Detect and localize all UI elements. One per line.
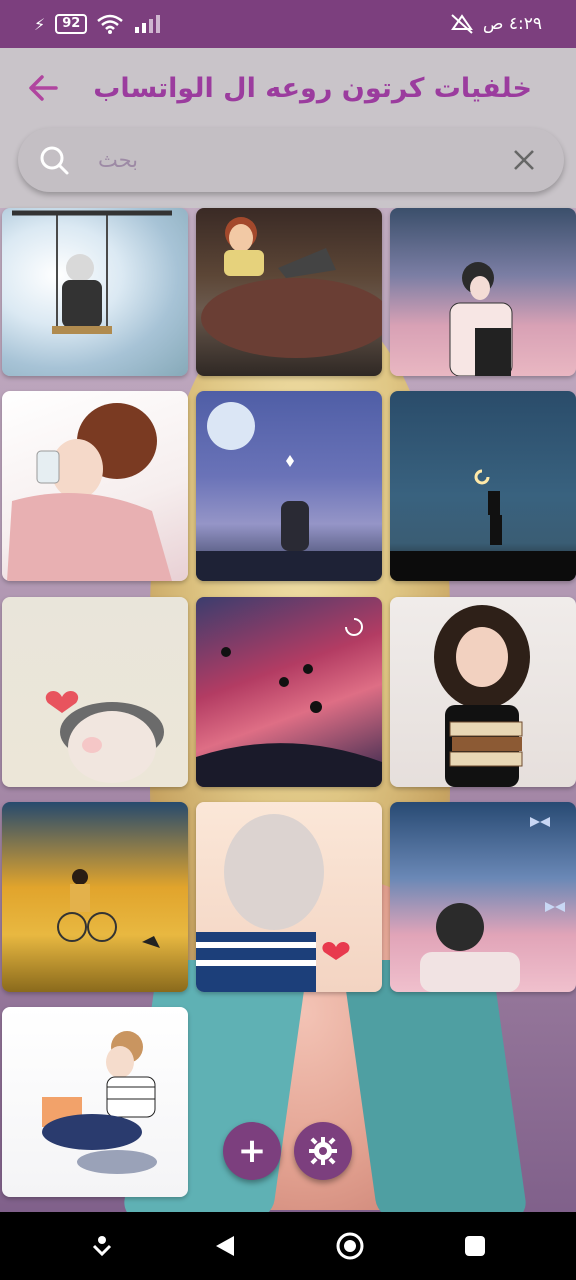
wallpaper-tile-girl-butterflies[interactable] xyxy=(390,802,576,992)
wifi-icon xyxy=(97,14,124,34)
screen: ⚡ 92 ٤:٢٩ ص خلفيات كرتون روعه ال الواتسا… xyxy=(0,0,576,1280)
search-bar-container xyxy=(0,128,576,208)
wallpaper-tile-girl-books[interactable] xyxy=(390,597,576,787)
wallpaper-tile-girl-balloons[interactable] xyxy=(196,597,382,787)
wallpaper-tile-girl-silhouette[interactable] xyxy=(390,391,576,581)
gear-icon xyxy=(309,1137,337,1165)
wallpaper-tile-girl-drinking[interactable] xyxy=(2,391,188,581)
girl-heart-image xyxy=(45,690,164,783)
do-not-disturb-icon xyxy=(450,14,473,34)
battery-level: 92 xyxy=(55,14,88,34)
charging-icon: ⚡ xyxy=(34,14,46,34)
system-navigation-bar xyxy=(0,1212,576,1280)
wallpaper-tile-girl-laptop[interactable] xyxy=(196,208,382,376)
home-icon[interactable] xyxy=(334,1230,366,1262)
back-icon[interactable] xyxy=(212,1233,238,1259)
status-left: ⚡ 92 xyxy=(34,14,161,34)
girl-silhouette-image xyxy=(390,469,576,581)
search-input[interactable] xyxy=(98,140,498,180)
keyboard-hide-icon[interactable] xyxy=(88,1232,116,1260)
signal-icon xyxy=(135,15,161,33)
wallpaper-tile-girl-bicycle[interactable] xyxy=(2,802,188,992)
girl-balloons-image xyxy=(196,618,382,787)
wallpaper-tile-girl-reading[interactable] xyxy=(2,1007,188,1197)
clock: ٤:٢٩ ص xyxy=(482,14,542,34)
status-right: ٤:٢٩ ص xyxy=(449,13,542,35)
girl-moon-image xyxy=(196,402,382,581)
girl-bicycle-image xyxy=(57,869,160,948)
status-bar: ⚡ 92 ٤:٢٩ ص xyxy=(0,0,576,48)
app-bar: خلفيات كرتون روعه ال الواتساب xyxy=(0,48,576,128)
wallpaper-tile-girl-on-swing[interactable] xyxy=(2,208,188,376)
add-button[interactable]: + xyxy=(223,1122,281,1180)
wallpaper-tile-girl-moon[interactable] xyxy=(196,391,382,581)
search-icon[interactable] xyxy=(38,144,70,176)
plus-icon: + xyxy=(237,1131,267,1171)
girl-laptop-image xyxy=(201,217,382,358)
close-icon[interactable] xyxy=(510,146,538,174)
girl-pink-sky-image xyxy=(449,262,513,376)
girl-reading-image xyxy=(42,1031,157,1174)
recents-icon[interactable] xyxy=(462,1233,488,1259)
wallpaper-tile-girl-pink-sky[interactable] xyxy=(390,208,576,376)
settings-button[interactable] xyxy=(294,1122,352,1180)
wallpaper-tile-girl-heart[interactable] xyxy=(2,597,188,787)
page-title: خلفيات كرتون روعه ال الواتساب xyxy=(93,72,532,104)
girl-braids-image xyxy=(196,814,350,992)
wallpaper-tile-girl-braids[interactable] xyxy=(196,802,382,992)
girl-butterflies-image xyxy=(420,817,565,992)
back-arrow-icon[interactable] xyxy=(24,68,64,108)
search-bar[interactable] xyxy=(18,128,564,192)
girl-drinking-image xyxy=(7,403,172,581)
girl-books-image xyxy=(434,605,530,787)
girl-on-swing-image xyxy=(12,210,172,334)
